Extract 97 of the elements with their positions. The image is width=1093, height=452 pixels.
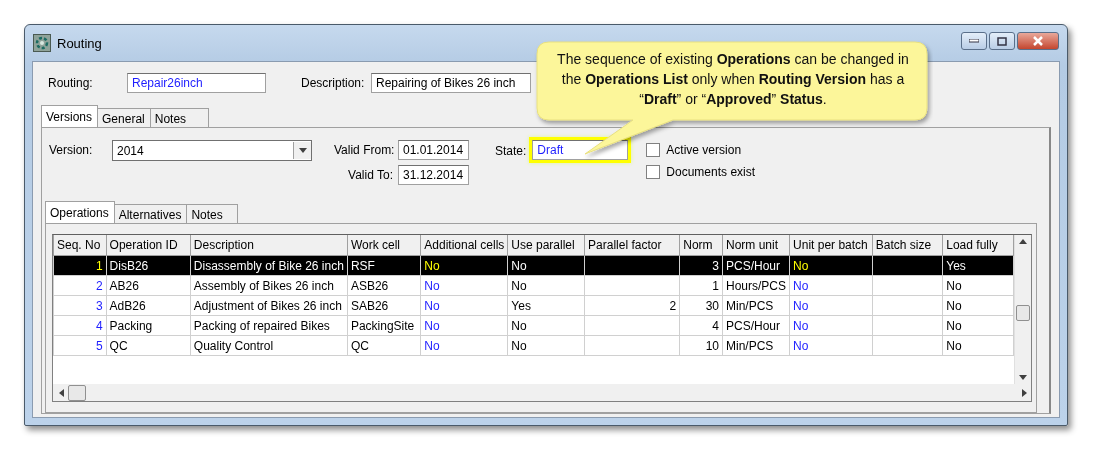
checkbox[interactable] bbox=[646, 165, 661, 179]
table-cell: AdB26 bbox=[106, 295, 191, 316]
scroll-up-icon[interactable] bbox=[1019, 239, 1027, 244]
description-label: Description: bbox=[301, 76, 366, 90]
valid-to-label: Valid To: bbox=[347, 168, 393, 182]
table-cell: No bbox=[507, 335, 585, 356]
scroll-left-icon[interactable] bbox=[59, 388, 64, 397]
minimize-button[interactable] bbox=[961, 32, 987, 50]
valid-from-field[interactable]: 01.01.2014 bbox=[398, 140, 469, 160]
table-cell: No bbox=[942, 295, 1014, 316]
valid-from-label: Valid From: bbox=[334, 143, 393, 157]
table-row[interactable]: 1 DisB26 Disassembly of Bike 26 inch RSF No No 3 PCS/Hour No Yes bbox=[53, 255, 1014, 276]
scroll-right-icon[interactable] bbox=[1022, 388, 1027, 397]
table-row[interactable]: 2 AB26 Assembly of Bikes 26 inch ASB26 No No 1 Hours/PCS No No bbox=[53, 275, 1014, 296]
close-button[interactable] bbox=[1017, 32, 1059, 50]
minimize-icon bbox=[969, 39, 979, 43]
table-cell: No bbox=[789, 275, 873, 296]
checkbox[interactable] bbox=[646, 143, 661, 157]
table-cell: Assembly of Bikes 26 inch bbox=[190, 275, 348, 296]
app-icon bbox=[33, 34, 51, 52]
table-cell: No bbox=[942, 275, 1014, 296]
scroll-down-icon[interactable] bbox=[1019, 375, 1027, 380]
column-header[interactable]: Load fully bbox=[942, 235, 1014, 256]
table-cell: 1 bbox=[53, 255, 107, 276]
table-row[interactable]: 3 AdB26 Adjustment of Bikes 26 inch SAB26 No Yes 2 30 Min/PCS No No bbox=[53, 295, 1014, 316]
table-cell: Packing bbox=[106, 315, 191, 336]
maximize-icon bbox=[997, 36, 1007, 46]
table-cell: 4 bbox=[679, 315, 723, 336]
version-label: Version: bbox=[49, 143, 94, 159]
table-cell: Adjustment of Bikes 26 inch bbox=[190, 295, 348, 316]
table-cell: ASB26 bbox=[347, 275, 421, 296]
table-cell: PCS/Hour bbox=[722, 315, 790, 336]
valid-to-field[interactable]: 31.12.2014 bbox=[398, 165, 469, 185]
tab[interactable]: Operations bbox=[45, 201, 115, 223]
checkbox-label: Active version bbox=[666, 143, 742, 157]
column-header[interactable]: Norm bbox=[679, 235, 723, 256]
table-cell: QC bbox=[106, 335, 191, 356]
maximize-button[interactable] bbox=[989, 32, 1015, 50]
table-cell: No bbox=[942, 315, 1014, 336]
table-cell: SAB26 bbox=[347, 295, 421, 316]
table-cell: No bbox=[942, 335, 1014, 356]
table-cell: 1 bbox=[679, 275, 723, 296]
table-cell: No bbox=[507, 275, 585, 296]
checkbox-label: Documents exist bbox=[666, 165, 756, 179]
tab[interactable]: Versions bbox=[41, 105, 99, 127]
tab[interactable]: Notes bbox=[186, 204, 238, 223]
table-row[interactable]: 5 QC Quality Control QC No No 10 Min/PCS No No bbox=[53, 335, 1014, 356]
table-cell: AB26 bbox=[106, 275, 191, 296]
table-cell: 3 bbox=[53, 295, 107, 316]
column-header[interactable]: Parallel factor bbox=[584, 235, 680, 256]
column-header[interactable]: Additional cells bbox=[420, 235, 508, 256]
table-cell: Yes bbox=[507, 295, 585, 316]
column-header[interactable]: Description bbox=[190, 235, 348, 256]
version-dropdown[interactable]: 2014 bbox=[112, 140, 312, 161]
table-row[interactable]: 4 Packing Packing of repaired Bikes PackingSite No No 4 PCS/Hour No No bbox=[53, 315, 1014, 336]
column-header[interactable]: Use parallel bbox=[507, 235, 585, 256]
description-field[interactable]: Repairing of Bikes 26 inch bbox=[371, 73, 531, 93]
table-cell: Min/PCS bbox=[722, 335, 790, 356]
table-cell: 5 bbox=[53, 335, 107, 356]
state-field[interactable]: Draft bbox=[532, 140, 629, 160]
dropdown-arrow-icon[interactable] bbox=[298, 148, 307, 153]
table-cell: 4 bbox=[53, 315, 107, 336]
table-cell: 2 bbox=[584, 295, 680, 316]
table-cell: QC bbox=[347, 335, 421, 356]
table-cell: No bbox=[507, 315, 585, 336]
table-cell: No bbox=[420, 335, 508, 356]
table-cell: No bbox=[789, 335, 873, 356]
column-header[interactable]: Unit per batch bbox=[789, 235, 873, 256]
table-cell: No bbox=[420, 275, 508, 296]
tab[interactable]: Notes bbox=[149, 108, 210, 127]
scroll-thumb[interactable] bbox=[1016, 305, 1030, 321]
table-cell: Hours/PCS bbox=[722, 275, 790, 296]
table-cell: No bbox=[420, 315, 508, 336]
horizontal-scrollbar[interactable] bbox=[53, 384, 1031, 401]
column-header[interactable]: Batch size bbox=[872, 235, 943, 256]
column-header[interactable]: Operation ID bbox=[106, 235, 191, 256]
table-cell: PackingSite bbox=[347, 315, 421, 336]
window-title: Routing bbox=[57, 35, 102, 51]
table-cell: 30 bbox=[679, 295, 723, 316]
scroll-thumb[interactable] bbox=[68, 384, 86, 401]
table-cell: Packing of repaired Bikes bbox=[190, 315, 348, 336]
close-icon bbox=[1032, 36, 1044, 46]
table-cell: No bbox=[789, 315, 873, 336]
table-cell: 10 bbox=[679, 335, 723, 356]
table-cell: No bbox=[420, 295, 508, 316]
column-header[interactable]: Work cell bbox=[347, 235, 421, 256]
routing-label: Routing: bbox=[47, 76, 94, 90]
table-cell: Min/PCS bbox=[722, 295, 790, 316]
state-label: State: bbox=[495, 144, 527, 158]
table-cell: 2 bbox=[53, 275, 107, 296]
routing-field[interactable]: Repair26inch bbox=[127, 73, 266, 93]
column-header[interactable]: Norm unit bbox=[722, 235, 790, 256]
column-header[interactable]: Seq. No bbox=[53, 235, 107, 256]
vertical-scrollbar[interactable] bbox=[1014, 235, 1031, 384]
callout-text: The sequence of existing Operations can be changed in the Operations List only when Routing Version has a “Draft” or “Approved” Status. bbox=[556, 50, 910, 109]
table-cell: No bbox=[789, 295, 873, 316]
table-cell: Quality Control bbox=[190, 335, 348, 356]
